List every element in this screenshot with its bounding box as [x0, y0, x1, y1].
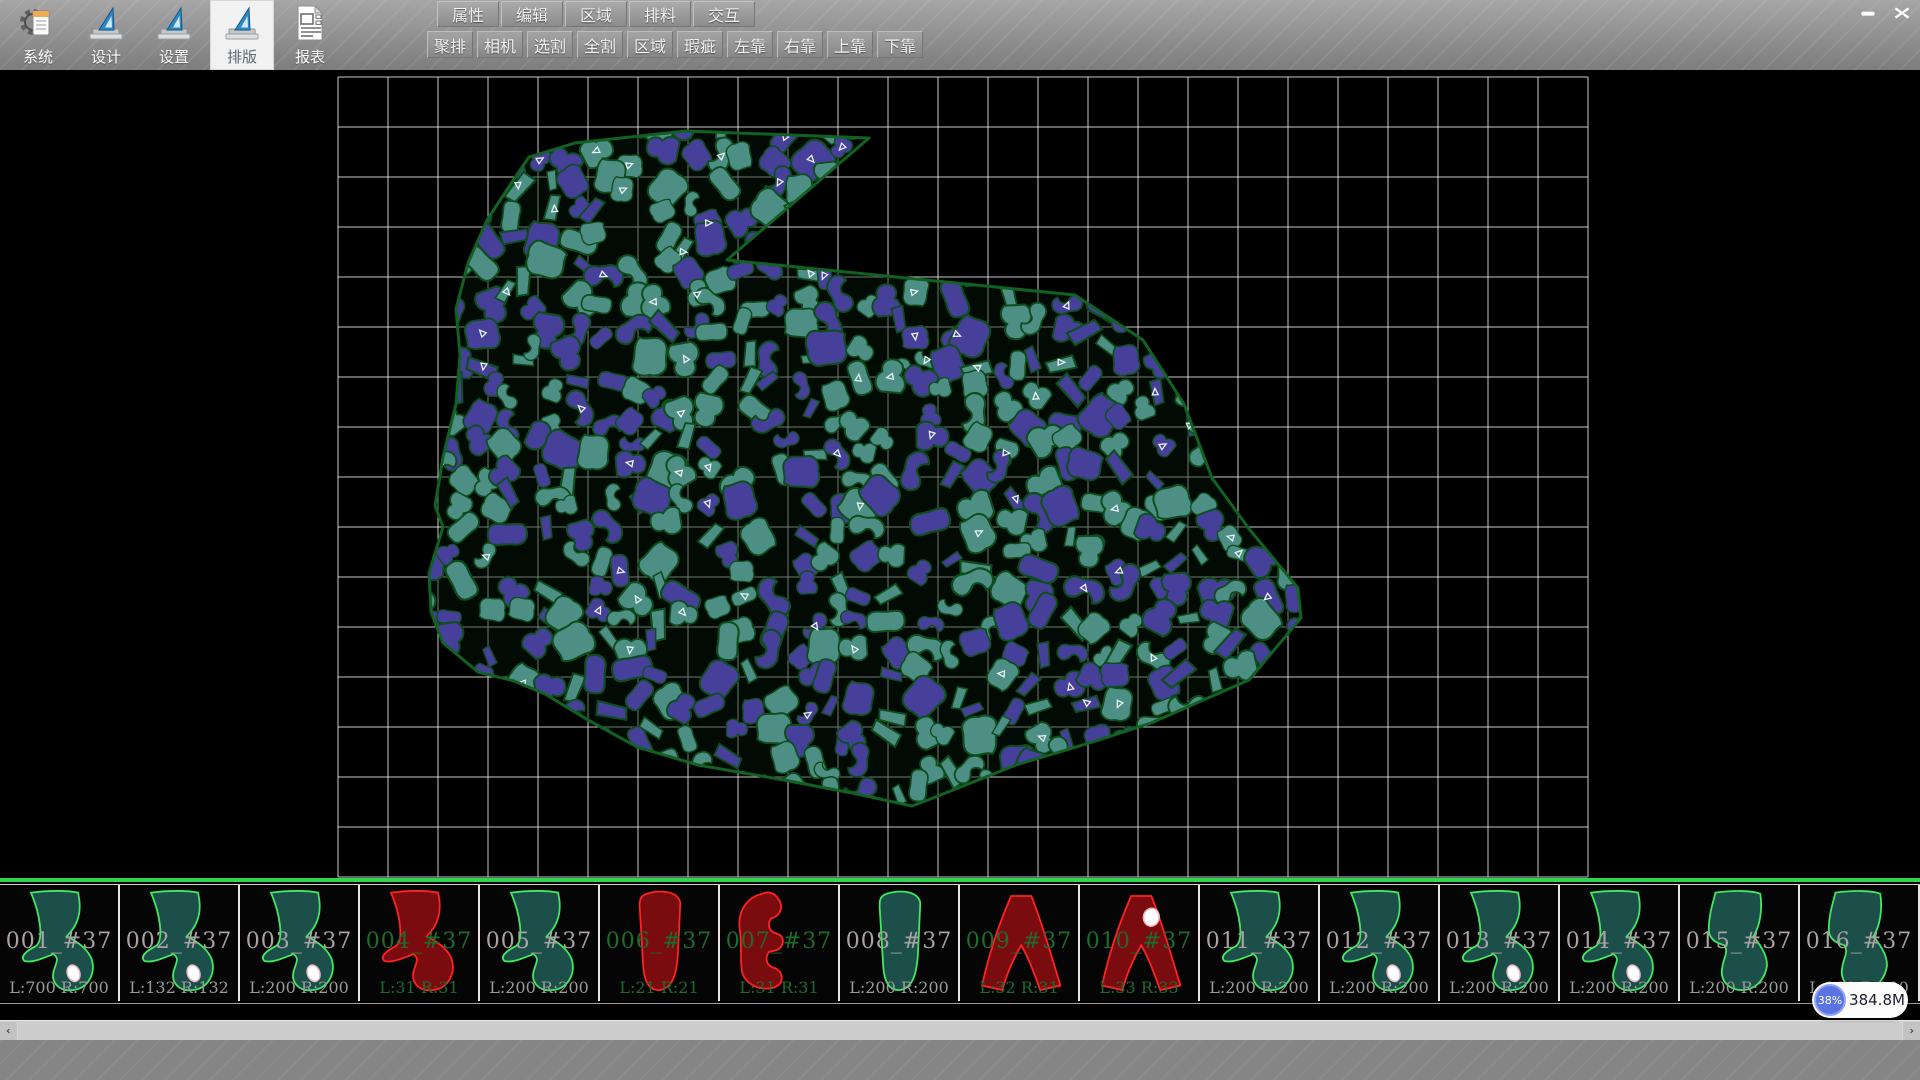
toolbar: 系统设计设置排版报表 属性编辑区域排料交互 聚排相机选割全割区域瑕疵左靠右靠上靠… — [0, 0, 1920, 70]
pattern-id: 012_#37 — [1320, 929, 1438, 954]
pattern-thumbnail-5[interactable]: 005_#37 L:200 R:200 — [480, 885, 600, 1001]
pattern-lr-values: L:200 R:200 — [1440, 978, 1558, 997]
scroll-left-button[interactable] — [0, 1022, 18, 1040]
pattern-cells: 001_#37L:700 R:700002_#37L:132 R:132003_… — [0, 884, 1920, 1004]
pattern-lr-values: L:200 R:200 — [1320, 978, 1438, 997]
nesting-canvas[interactable] — [0, 70, 1920, 878]
app-tab-label: 报表 — [295, 46, 325, 67]
pattern-thumbnail-14[interactable]: 014_#37 L:200 R:200 — [1560, 885, 1680, 1001]
pattern-thumbnail-10[interactable]: 010_#37 L:33 R:33 — [1080, 885, 1200, 1001]
app-tab-4[interactable]: 排版 — [210, 0, 274, 70]
pattern-id: 006_#37 — [600, 929, 718, 954]
menu-bar: 属性编辑区域排料交互 — [437, 1, 757, 28]
pattern-id: 010_#37 — [1080, 929, 1198, 954]
pattern-id: 008_#37 — [840, 929, 958, 954]
minimize-button[interactable] — [1854, 2, 1882, 24]
pattern-id: 013_#37 — [1440, 929, 1558, 954]
pattern-lr-values: L:200 R:200 — [1680, 978, 1798, 997]
pattern-id: 002_#37 — [120, 929, 238, 954]
pattern-lr-values: L:132 R:132 — [120, 978, 238, 997]
pattern-id: 011_#37 — [1200, 929, 1318, 954]
app-tab-label: 系统 — [23, 46, 53, 67]
tool-button-6[interactable]: 瑕疵 — [677, 31, 723, 58]
tool-button-bar: 聚排相机选割全割区域瑕疵左靠右靠上靠下靠 — [427, 31, 927, 58]
pattern-thumbnail-11[interactable]: 011_#37 L:200 R:200 — [1200, 885, 1320, 1001]
status-bar — [0, 1040, 1920, 1080]
tool-button-3[interactable]: 选割 — [527, 31, 573, 58]
set-square-icon — [222, 3, 262, 43]
menu-item-1[interactable]: 属性 — [437, 1, 499, 27]
pattern-lr-values: L:200 R:200 — [1200, 978, 1318, 997]
scroll-left-icon — [6, 1025, 11, 1037]
pattern-thumbnail-3[interactable]: 003_#37 L:200 R:200 — [240, 885, 360, 1001]
app-tab-label: 排版 — [227, 46, 257, 67]
pattern-id: 007_#37 — [720, 929, 838, 954]
menu-item-5[interactable]: 交互 — [693, 1, 755, 27]
app-tab-bar: 系统 设计 设置 排版 报表 — [6, 0, 346, 70]
pattern-lr-values: L:200 R:200 — [480, 978, 598, 997]
minimize-icon — [1860, 4, 1876, 22]
tool-button-8[interactable]: 右靠 — [777, 31, 823, 58]
tool-button-2[interactable]: 相机 — [477, 31, 523, 58]
scroll-right-button[interactable] — [1902, 1022, 1920, 1040]
app-tab-label: 设计 — [91, 46, 121, 67]
pattern-lr-values: L:31 R:31 — [720, 978, 838, 997]
pattern-lr-values: L:32 R:31 — [960, 978, 1078, 997]
pattern-lr-values: L:200 R:200 — [840, 978, 958, 997]
pattern-lr-values: L:31 R:31 — [360, 978, 478, 997]
pattern-id: 015_#37 — [1680, 929, 1798, 954]
close-icon — [1894, 2, 1910, 24]
pattern-thumbnail-2[interactable]: 002_#37 L:132 R:132 — [120, 885, 240, 1001]
menu-item-4[interactable]: 排料 — [629, 1, 691, 27]
pattern-thumbnail-4[interactable]: 004_#37 L:31 R:31 — [360, 885, 480, 1001]
pattern-lr-values: L:33 R:33 — [1080, 978, 1198, 997]
memory-badge: 38% 384.8M — [1812, 982, 1908, 1018]
tool-button-10[interactable]: 下靠 — [877, 31, 923, 58]
tool-button-9[interactable]: 上靠 — [827, 31, 873, 58]
pattern-id: 016_#37 — [1800, 929, 1918, 954]
pattern-id: 001_#37 — [0, 929, 118, 954]
pattern-lr-values: L:200 R:200 — [240, 978, 358, 997]
pattern-lr-values: L:200 R:200 — [1560, 978, 1678, 997]
pattern-lr-values: L:21 R:21 — [600, 978, 718, 997]
tool-button-7[interactable]: 左靠 — [727, 31, 773, 58]
app-window: 系统设计设置排版报表 属性编辑区域排料交互 聚排相机选割全割区域瑕疵左靠右靠上靠… — [0, 0, 1920, 1080]
pattern-id: 009_#37 — [960, 929, 1078, 954]
app-tab-5[interactable]: 报表 — [278, 0, 342, 70]
app-tab-1[interactable]: 系统 — [6, 0, 70, 70]
tool-button-1[interactable]: 聚排 — [427, 31, 473, 58]
pattern-thumbnail-9[interactable]: 009_#37 L:32 R:31 — [960, 885, 1080, 1001]
gear-icon — [18, 3, 58, 43]
pattern-id: 003_#37 — [240, 929, 358, 954]
pattern-thumbnail-6[interactable]: 006_#37 L:21 R:21 — [600, 885, 720, 1001]
app-tab-label: 设置 — [159, 46, 189, 67]
scroll-right-icon — [1909, 1025, 1914, 1037]
app-tab-2[interactable]: 设计 — [74, 0, 138, 70]
memory-size-label: 384.8M — [1846, 991, 1908, 1009]
close-button[interactable] — [1888, 2, 1916, 24]
nesting-canvas-svg — [0, 70, 1920, 878]
pattern-thumbnail-8[interactable]: 008_#37 L:200 R:200 — [840, 885, 960, 1001]
pattern-thumbnail-12[interactable]: 012_#37 L:200 R:200 — [1320, 885, 1440, 1001]
pattern-thumbnail-13[interactable]: 013_#37 L:200 R:200 — [1440, 885, 1560, 1001]
pattern-lr-values: L:700 R:700 — [0, 978, 118, 997]
memory-percent-indicator: 38% — [1814, 984, 1846, 1016]
horizontal-scrollbar[interactable] — [0, 1020, 1920, 1040]
pattern-thumbnail-15[interactable]: 015_#37 L:200 R:200 — [1680, 885, 1800, 1001]
menu-item-3[interactable]: 区域 — [565, 1, 627, 27]
menu-item-2[interactable]: 编辑 — [501, 1, 563, 27]
tool-button-4[interactable]: 全割 — [577, 31, 623, 58]
pattern-strip: 001_#37L:700 R:700002_#37L:132 R:132003_… — [0, 882, 1920, 1020]
report-icon — [290, 3, 330, 43]
pattern-id: 014_#37 — [1560, 929, 1678, 954]
pattern-thumbnail-7[interactable]: 007_#37 L:31 R:31 — [720, 885, 840, 1001]
window-controls — [1854, 2, 1916, 24]
tool-button-5[interactable]: 区域 — [627, 31, 673, 58]
set-square-icon — [86, 3, 126, 43]
set-square-icon — [154, 3, 194, 43]
pattern-id: 004_#37 — [360, 929, 478, 954]
app-tab-3[interactable]: 设置 — [142, 0, 206, 70]
pattern-thumbnail-1[interactable]: 001_#37 L:700 R:700 — [0, 885, 120, 1001]
pattern-id: 005_#37 — [480, 929, 598, 954]
